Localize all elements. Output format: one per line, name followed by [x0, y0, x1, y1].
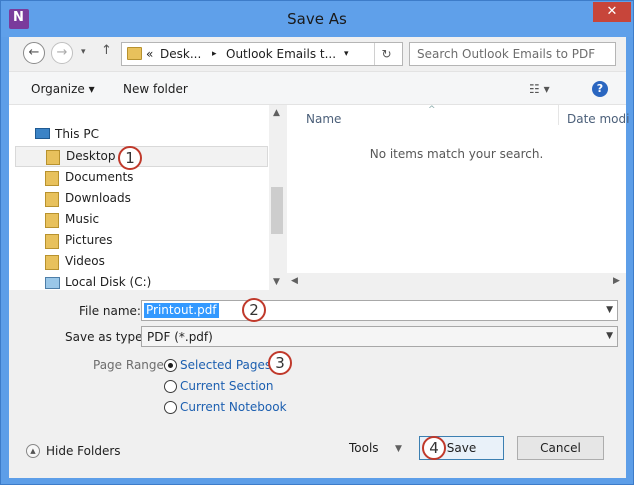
back-button[interactable]: ←	[23, 42, 45, 64]
file-name-field[interactable]: Printout.pdf ▼	[141, 300, 618, 321]
nav-item-label: Music	[65, 212, 100, 226]
address-row: ← → ▾ ↑ « Desk... ▸ Outlook Emails t... …	[9, 37, 626, 71]
cancel-button[interactable]: Cancel	[517, 436, 604, 460]
breadcrumb-separator-icon[interactable]: ▸	[212, 49, 217, 59]
disk-icon	[45, 277, 60, 289]
new-folder-button[interactable]: New folder	[123, 82, 188, 96]
tools-button[interactable]: Tools	[349, 441, 379, 455]
radio-label-current-section[interactable]: Current Section	[180, 379, 273, 393]
nav-item-local-disk[interactable]: Local Disk (C:)	[45, 273, 245, 293]
save-type-label: Save as type:	[65, 330, 147, 344]
nav-item-label: This PC	[55, 127, 99, 141]
save-type-select[interactable]: PDF (*.pdf) ▼	[141, 326, 618, 347]
dialog-body: ← → ▾ ↑ « Desk... ▸ Outlook Emails t... …	[9, 37, 629, 478]
radio-current-section[interactable]	[164, 380, 177, 393]
nav-item-pictures[interactable]: Pictures	[45, 231, 245, 251]
folder-icon	[45, 255, 59, 270]
empty-message: No items match your search.	[369, 147, 544, 161]
nav-item-downloads[interactable]: Downloads	[45, 189, 245, 209]
nav-scrollbar-thumb[interactable]	[271, 187, 283, 234]
search-input[interactable]: Search Outlook Emails to PDF	[409, 42, 616, 66]
address-dropdown-icon[interactable]: ▾	[344, 49, 349, 59]
radio-label-current-notebook[interactable]: Current Notebook	[180, 400, 287, 414]
breadcrumb-outlook-emails[interactable]: Outlook Emails t...	[226, 47, 336, 61]
view-options-icon[interactable]: ☷ ▾	[529, 82, 550, 96]
search-placeholder: Search Outlook Emails to PDF	[417, 47, 596, 61]
folder-icon	[46, 150, 60, 165]
up-button[interactable]: ↑	[101, 43, 112, 58]
folder-icon	[45, 192, 59, 207]
annotation-badge-3: 3	[268, 351, 292, 375]
scroll-left-icon[interactable]: ◀	[291, 276, 298, 286]
footer: ▲ Hide Folders Tools ▼ Save Cancel	[9, 434, 626, 478]
chevron-down-icon[interactable]: ▼	[606, 331, 613, 341]
nav-item-music[interactable]: Music	[45, 210, 245, 230]
radio-selected-pages[interactable]	[164, 359, 177, 372]
folder-icon	[45, 234, 59, 249]
file-name-value[interactable]: Printout.pdf	[144, 303, 219, 318]
column-header-date[interactable]: Date modi	[567, 112, 629, 126]
chevron-down-icon[interactable]: ▼	[606, 305, 613, 315]
hide-folders-button[interactable]: Hide Folders	[46, 444, 121, 458]
breadcrumb-overflow[interactable]: «	[146, 47, 153, 61]
command-toolbar: Organize ▾ New folder ☷ ▾ ?	[9, 71, 626, 105]
file-name-label: File name:	[79, 304, 141, 318]
file-list-scrollbar[interactable]: ◀ ▶	[287, 273, 626, 290]
annotation-badge-4: 4	[422, 436, 446, 460]
scroll-down-icon[interactable]: ▼	[273, 277, 280, 287]
breadcrumb-desktop[interactable]: Desk...	[160, 47, 201, 61]
save-as-dialog: Save As ✕ ← → ▾ ↑ « Desk... ▸ Outlook Em…	[0, 0, 634, 485]
recent-locations-icon[interactable]: ▾	[81, 47, 86, 57]
nav-item-documents[interactable]: Documents	[45, 168, 245, 188]
file-list: Name ^ Date modi No items match your sea…	[287, 105, 629, 290]
nav-item-videos[interactable]: Videos	[45, 252, 245, 272]
nav-item-label: Videos	[65, 254, 105, 268]
column-header-name[interactable]: Name	[306, 112, 341, 126]
radio-label-selected-pages[interactable]: Selected Pages	[180, 358, 271, 372]
scroll-right-icon[interactable]: ▶	[613, 276, 620, 286]
refresh-button[interactable]: ↻	[374, 43, 398, 65]
forward-button[interactable]: →	[51, 42, 73, 64]
folder-icon	[127, 47, 142, 60]
page-range-label: Page Range:	[93, 358, 168, 372]
close-button[interactable]: ✕	[593, 2, 631, 22]
chevron-up-icon[interactable]: ▲	[26, 444, 40, 458]
address-bar[interactable]: « Desk... ▸ Outlook Emails t... ▾ ↻	[121, 42, 403, 66]
nav-item-label: Local Disk (C:)	[65, 275, 152, 289]
title-bar: Save As ✕	[1, 1, 633, 37]
window-title: Save As	[287, 10, 347, 28]
organize-button[interactable]: Organize ▾	[31, 82, 95, 96]
nav-item-label: Downloads	[65, 191, 131, 205]
scroll-up-icon[interactable]: ▲	[273, 108, 280, 118]
radio-current-notebook[interactable]	[164, 401, 177, 414]
nav-item-this-pc[interactable]: This PC	[35, 125, 235, 145]
computer-icon	[35, 128, 50, 139]
save-type-value: PDF (*.pdf)	[147, 330, 213, 344]
help-icon[interactable]: ?	[592, 81, 608, 97]
nav-item-label: Documents	[65, 170, 134, 184]
navigation-pane: This PC Desktop Documents Downloads Musi…	[9, 105, 285, 290]
column-divider[interactable]	[558, 105, 559, 125]
annotation-badge-1: 1	[118, 146, 142, 170]
sort-indicator-icon: ^	[428, 105, 436, 115]
nav-item-label: Pictures	[65, 233, 113, 247]
tools-dropdown-icon[interactable]: ▼	[395, 444, 402, 454]
folder-icon	[45, 171, 59, 186]
annotation-badge-2: 2	[242, 298, 266, 322]
nav-item-label: Desktop	[66, 149, 116, 163]
folder-icon	[45, 213, 59, 228]
